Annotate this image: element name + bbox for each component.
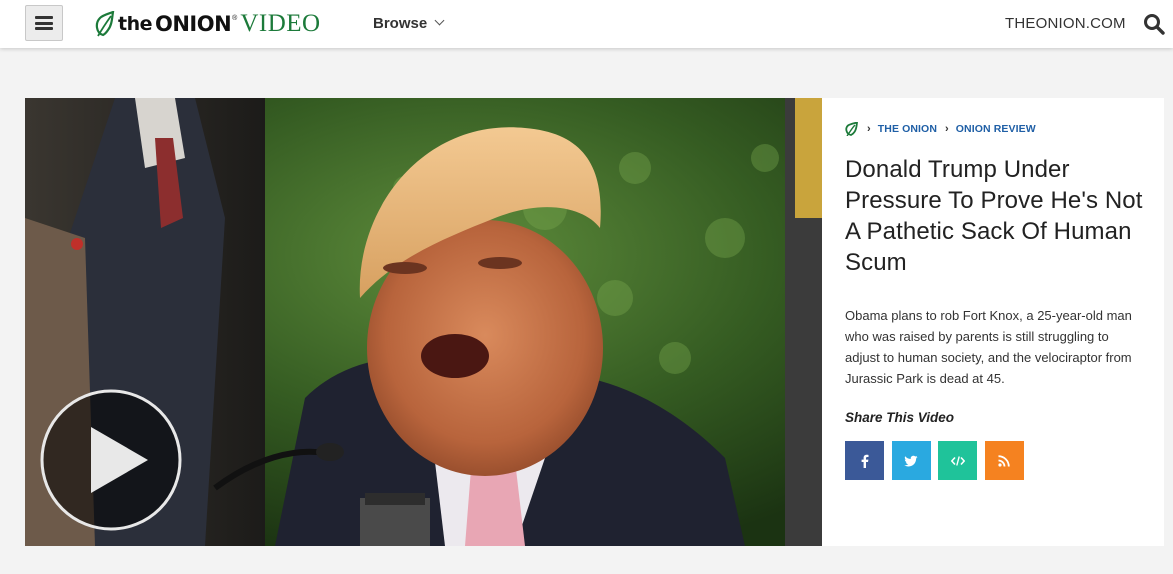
browse-dropdown[interactable]: Browse [373, 15, 445, 32]
breadcrumb: › THE ONION › ONION REVIEW [845, 122, 1044, 136]
twitter-icon [904, 455, 918, 466]
hamburger-icon [35, 16, 53, 30]
breadcrumb-the-onion[interactable]: THE ONION [878, 123, 937, 135]
registered-mark: ® [232, 14, 238, 22]
browse-label: Browse [373, 15, 428, 32]
video-description: Obama plans to rob Fort Knox, a 25-year-… [845, 308, 1132, 386]
chevron-down-icon [434, 15, 445, 26]
play-icon[interactable] [40, 389, 182, 531]
theonion-site-link[interactable]: THEONION.COM [1005, 15, 1126, 32]
onion-video-logo[interactable]: the ONION ® VIDEO [94, 9, 321, 39]
chevron-right-icon: › [867, 123, 871, 135]
onion-leaf-icon [95, 11, 115, 37]
video-info-panel: › THE ONION › ONION REVIEW Donald Trump … [822, 98, 1164, 546]
onion-leaf-icon[interactable] [845, 122, 859, 136]
video-player[interactable] [25, 98, 822, 546]
facebook-share-button[interactable] [845, 441, 884, 480]
rss-icon [998, 454, 1010, 467]
code-icon [950, 455, 965, 466]
logo-onion-text: ONION [155, 12, 232, 36]
top-navigation-bar: the ONION ® VIDEO Browse THEONION.COM [0, 0, 1173, 48]
menu-button[interactable] [25, 5, 63, 41]
rss-share-button[interactable] [984, 441, 1024, 480]
facebook-icon [861, 454, 868, 468]
share-heading: Share This Video [845, 410, 955, 425]
share-buttons [845, 441, 1031, 480]
video-title: Donald Trump Under Pressure To Prove He'… [845, 156, 1143, 276]
logo-the-text: the [118, 13, 153, 35]
logo-video-text: VIDEO [240, 10, 321, 37]
breadcrumb-onion-review[interactable]: ONION REVIEW [956, 123, 1036, 135]
embed-share-button[interactable] [938, 441, 977, 480]
search-icon[interactable] [1143, 13, 1165, 35]
twitter-share-button[interactable] [891, 441, 931, 480]
chevron-right-icon: › [945, 123, 949, 135]
